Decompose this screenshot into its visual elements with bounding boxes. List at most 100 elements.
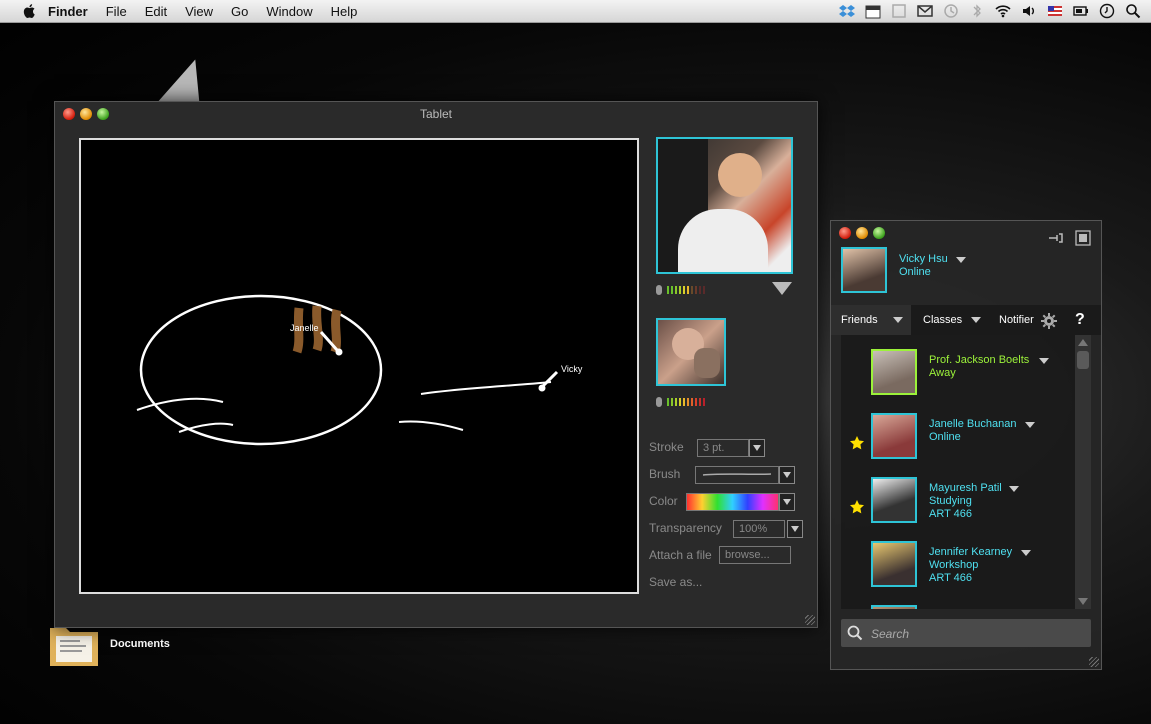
transparency-label: Transparency — [649, 521, 722, 535]
menu-view[interactable]: View — [185, 4, 213, 19]
friend-options-icon[interactable] — [1025, 422, 1035, 428]
friend-row[interactable]: Jennifer Kearney Workshop ART 466 — [841, 541, 1073, 601]
resize-grip-icon[interactable] — [805, 615, 815, 625]
whisker-stroke — [420, 381, 552, 395]
friend-class: ART 466 — [929, 572, 973, 584]
drawing-canvas[interactable]: Janelle Vicky — [79, 138, 639, 594]
audio-level-meter — [656, 285, 705, 295]
friend-name: Jennifer Kearney — [929, 546, 1013, 558]
chevron-down-icon — [893, 317, 903, 323]
star-icon[interactable] — [849, 499, 865, 515]
browse-button[interactable]: browse... — [719, 546, 791, 564]
search-input[interactable] — [869, 624, 1083, 644]
minimize-button[interactable] — [856, 227, 868, 239]
friend-avatar[interactable] — [871, 477, 917, 523]
dropbox-icon[interactable] — [839, 3, 855, 19]
whisker-stroke — [136, 397, 224, 411]
friend-options-icon[interactable] — [1039, 358, 1049, 364]
menu-edit[interactable]: Edit — [145, 4, 167, 19]
color-dropdown-button[interactable] — [779, 493, 795, 511]
scroll-thumb[interactable] — [1077, 351, 1089, 369]
resize-grip-icon[interactable] — [1089, 657, 1099, 667]
color-label: Color — [649, 494, 678, 508]
my-avatar[interactable] — [841, 247, 887, 293]
friend-avatar[interactable] — [871, 349, 917, 395]
bluetooth-icon[interactable] — [969, 3, 985, 19]
brush-field[interactable] — [695, 466, 779, 484]
video-feed-secondary[interactable] — [656, 318, 726, 386]
stroke-label: Stroke — [649, 440, 684, 454]
friend-options-icon[interactable] — [1021, 550, 1031, 556]
tab-notifier-label: Notifier — [999, 314, 1034, 326]
stroke-field[interactable]: 3 pt. — [697, 439, 749, 457]
video-options-arrow-icon[interactable] — [772, 282, 792, 295]
volume-icon[interactable] — [1021, 3, 1037, 19]
chevron-down-icon — [971, 317, 981, 323]
my-status-dropdown-icon[interactable] — [956, 257, 966, 263]
grid-icon[interactable] — [891, 3, 907, 19]
documents-folder-icon[interactable] — [48, 622, 100, 668]
menu-file[interactable]: File — [106, 4, 127, 19]
gear-icon[interactable] — [1041, 313, 1057, 329]
save-as-link[interactable]: Save as... — [649, 575, 702, 589]
battery-icon[interactable] — [1073, 3, 1089, 19]
friend-name: Prof. Jackson Boelts — [929, 354, 1030, 366]
apple-menu-icon[interactable] — [22, 3, 38, 19]
menu-window[interactable]: Window — [266, 4, 312, 19]
microphone-icon — [656, 285, 662, 295]
friend-avatar[interactable] — [871, 541, 917, 587]
brush-label: Brush — [649, 467, 681, 481]
spotlight-icon[interactable] — [1125, 3, 1141, 19]
calendar-icon[interactable] — [865, 3, 881, 19]
scroll-down-icon[interactable] — [1078, 598, 1088, 605]
wifi-icon[interactable] — [995, 3, 1011, 19]
color-picker[interactable] — [686, 493, 779, 511]
zoom-button[interactable] — [873, 227, 885, 239]
tablet-titlebar[interactable]: Tablet — [55, 102, 817, 126]
brush-dropdown-button[interactable] — [779, 466, 795, 484]
friend-status: Online — [929, 431, 961, 443]
help-icon[interactable]: ? — [1075, 311, 1085, 329]
transparency-field[interactable]: 100% — [733, 520, 785, 538]
menu-help[interactable]: Help — [331, 4, 358, 19]
whisker-stroke — [398, 420, 464, 431]
transparency-dropdown-button[interactable] — [787, 520, 803, 538]
friend-avatar[interactable] — [871, 413, 917, 459]
friend-options-icon[interactable] — [1009, 486, 1019, 492]
video-feed-main[interactable] — [656, 137, 793, 274]
friend-row-partial[interactable] — [841, 605, 1073, 609]
mail-icon[interactable] — [917, 3, 933, 19]
scroll-up-icon[interactable] — [1078, 339, 1088, 346]
drawing-strokes — [136, 294, 559, 446]
flag-icon[interactable] — [1047, 3, 1063, 19]
clock-icon[interactable] — [1099, 3, 1115, 19]
star-icon[interactable] — [849, 435, 865, 451]
attach-file-label: Attach a file — [649, 548, 712, 562]
time-machine-icon[interactable] — [943, 3, 959, 19]
friend-avatar[interactable] — [871, 605, 917, 609]
friends-list: Prof. Jackson Boelts Away Janelle Buchan… — [841, 335, 1091, 609]
documents-folder-label[interactable]: Documents — [110, 638, 170, 650]
tab-classes[interactable]: Classes — [913, 305, 989, 335]
friends-list-scrollbar[interactable] — [1075, 335, 1091, 609]
close-button[interactable] — [839, 227, 851, 239]
friend-name: Janelle Buchanan — [929, 418, 1017, 430]
cursor-label-vicky: Vicky — [561, 364, 583, 374]
stroke-dropdown-button[interactable] — [749, 439, 765, 457]
menu-go[interactable]: Go — [231, 4, 248, 19]
cat-body-stroke — [139, 294, 383, 446]
menu-finder[interactable]: Finder — [48, 4, 88, 19]
brown-stroke — [330, 308, 342, 354]
tab-friends[interactable]: Friends — [831, 305, 911, 335]
tab-notifier[interactable]: Notifier — [989, 305, 1039, 335]
cursor-label-janelle: Janelle — [290, 323, 319, 333]
pin-icon[interactable] — [1049, 233, 1065, 243]
search-icon — [847, 625, 863, 641]
friend-status: Away — [929, 367, 956, 379]
expand-icon[interactable] — [1075, 230, 1091, 246]
friend-row[interactable]: Janelle Buchanan Online — [841, 413, 1073, 473]
friend-row[interactable]: Mayuresh Patil Studying ART 466 — [841, 477, 1073, 537]
tablet-title: Tablet — [419, 107, 453, 121]
friend-row[interactable]: Prof. Jackson Boelts Away — [841, 349, 1073, 409]
menu-bar: Finder File Edit View Go Window Help — [0, 0, 1151, 23]
